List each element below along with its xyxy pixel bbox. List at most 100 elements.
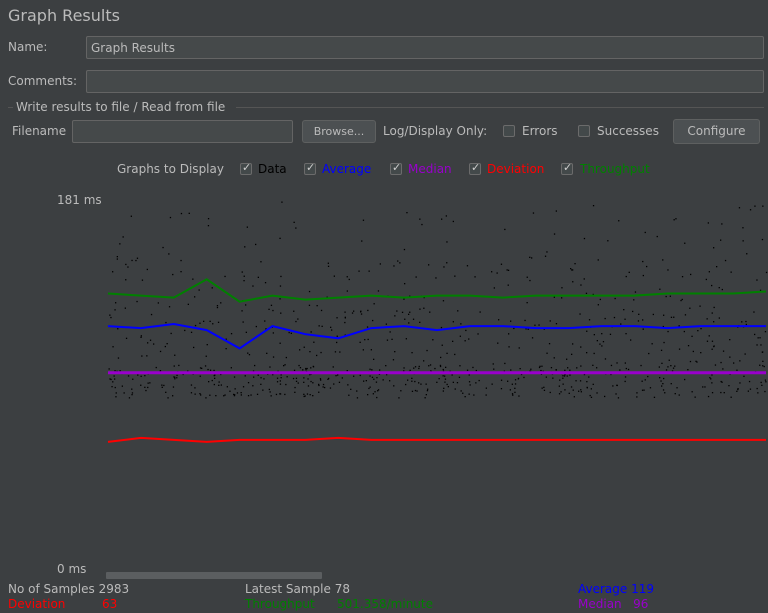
data-point bbox=[240, 392, 242, 394]
data-point bbox=[207, 225, 210, 227]
data-point bbox=[597, 259, 599, 261]
data-point bbox=[414, 366, 417, 368]
data-point bbox=[176, 377, 178, 379]
data-point bbox=[127, 375, 130, 377]
data-point bbox=[741, 321, 743, 323]
data-point bbox=[656, 235, 658, 238]
data-point bbox=[558, 393, 561, 395]
data-point bbox=[114, 378, 116, 380]
median-stat: Median 96 bbox=[578, 597, 649, 611]
data-point bbox=[588, 376, 590, 378]
data-point bbox=[760, 381, 762, 384]
data-point bbox=[562, 377, 564, 379]
data-point bbox=[445, 366, 447, 368]
data-point bbox=[367, 394, 369, 396]
data-point bbox=[418, 367, 420, 370]
data-point bbox=[313, 341, 315, 343]
data-point bbox=[625, 367, 627, 370]
data-point bbox=[562, 383, 564, 385]
data-point bbox=[264, 282, 267, 284]
data-point bbox=[643, 389, 645, 391]
data-point bbox=[662, 259, 664, 261]
data-point bbox=[676, 387, 678, 389]
deviation-stat-value: 63 bbox=[102, 597, 118, 611]
data-point bbox=[377, 389, 380, 391]
data-point bbox=[428, 264, 430, 266]
data-point bbox=[241, 310, 243, 312]
data-point bbox=[218, 381, 220, 383]
data-point bbox=[580, 365, 582, 367]
data-point bbox=[681, 276, 684, 278]
data-point bbox=[552, 377, 554, 379]
data-point bbox=[555, 369, 557, 371]
data-point bbox=[509, 389, 511, 391]
data-point bbox=[454, 388, 456, 390]
data-point bbox=[479, 311, 481, 313]
data-point bbox=[285, 383, 287, 386]
data-point bbox=[145, 389, 147, 392]
data-point bbox=[127, 266, 129, 268]
data-point bbox=[310, 331, 312, 333]
data-point bbox=[114, 309, 116, 311]
data-point bbox=[500, 379, 503, 381]
data-point bbox=[464, 396, 466, 398]
data-point bbox=[398, 397, 400, 399]
data-point bbox=[705, 278, 707, 281]
data-point bbox=[514, 379, 517, 381]
series-deviation-line bbox=[107, 436, 766, 443]
data-point bbox=[673, 219, 675, 221]
data-point bbox=[247, 382, 250, 384]
data-point bbox=[729, 356, 731, 358]
data-point bbox=[748, 380, 751, 383]
data-point bbox=[295, 380, 298, 382]
data-point bbox=[580, 391, 582, 393]
data-point bbox=[757, 392, 759, 394]
data-point bbox=[322, 386, 324, 388]
data-point bbox=[376, 377, 378, 379]
data-point bbox=[573, 396, 575, 398]
data-point bbox=[279, 380, 281, 382]
data-point bbox=[223, 395, 225, 397]
data-point bbox=[112, 346, 114, 348]
data-point bbox=[140, 384, 142, 386]
data-point bbox=[514, 391, 516, 393]
data-point bbox=[377, 290, 380, 292]
data-point bbox=[310, 367, 312, 369]
data-point bbox=[642, 274, 644, 277]
data-point bbox=[299, 349, 301, 351]
data-point bbox=[534, 324, 536, 326]
data-point bbox=[601, 333, 603, 335]
data-point bbox=[637, 320, 640, 322]
data-point bbox=[140, 335, 142, 337]
data-point bbox=[586, 330, 588, 332]
data-point bbox=[592, 364, 594, 366]
data-point bbox=[205, 355, 207, 357]
data-point bbox=[506, 269, 508, 271]
data-point bbox=[661, 362, 663, 364]
data-point bbox=[711, 284, 713, 287]
data-point bbox=[324, 386, 326, 389]
data-point bbox=[211, 287, 213, 289]
data-point bbox=[736, 369, 738, 371]
data-point bbox=[742, 240, 744, 242]
data-point bbox=[350, 388, 352, 390]
data-point bbox=[419, 218, 421, 220]
data-point bbox=[708, 271, 710, 273]
data-point bbox=[692, 350, 694, 353]
data-point bbox=[691, 391, 693, 393]
data-point bbox=[589, 394, 591, 397]
data-point bbox=[504, 362, 506, 365]
data-point bbox=[593, 334, 595, 336]
data-point bbox=[572, 269, 574, 271]
data-point bbox=[473, 394, 475, 396]
data-point bbox=[279, 237, 281, 239]
data-point bbox=[607, 240, 609, 242]
horizontal-scrollbar[interactable] bbox=[106, 572, 322, 579]
data-point bbox=[678, 325, 680, 327]
data-point bbox=[425, 394, 427, 396]
data-point bbox=[303, 393, 305, 395]
data-point bbox=[250, 394, 252, 396]
data-point bbox=[496, 272, 498, 274]
data-point bbox=[169, 216, 172, 219]
data-point bbox=[762, 365, 764, 367]
